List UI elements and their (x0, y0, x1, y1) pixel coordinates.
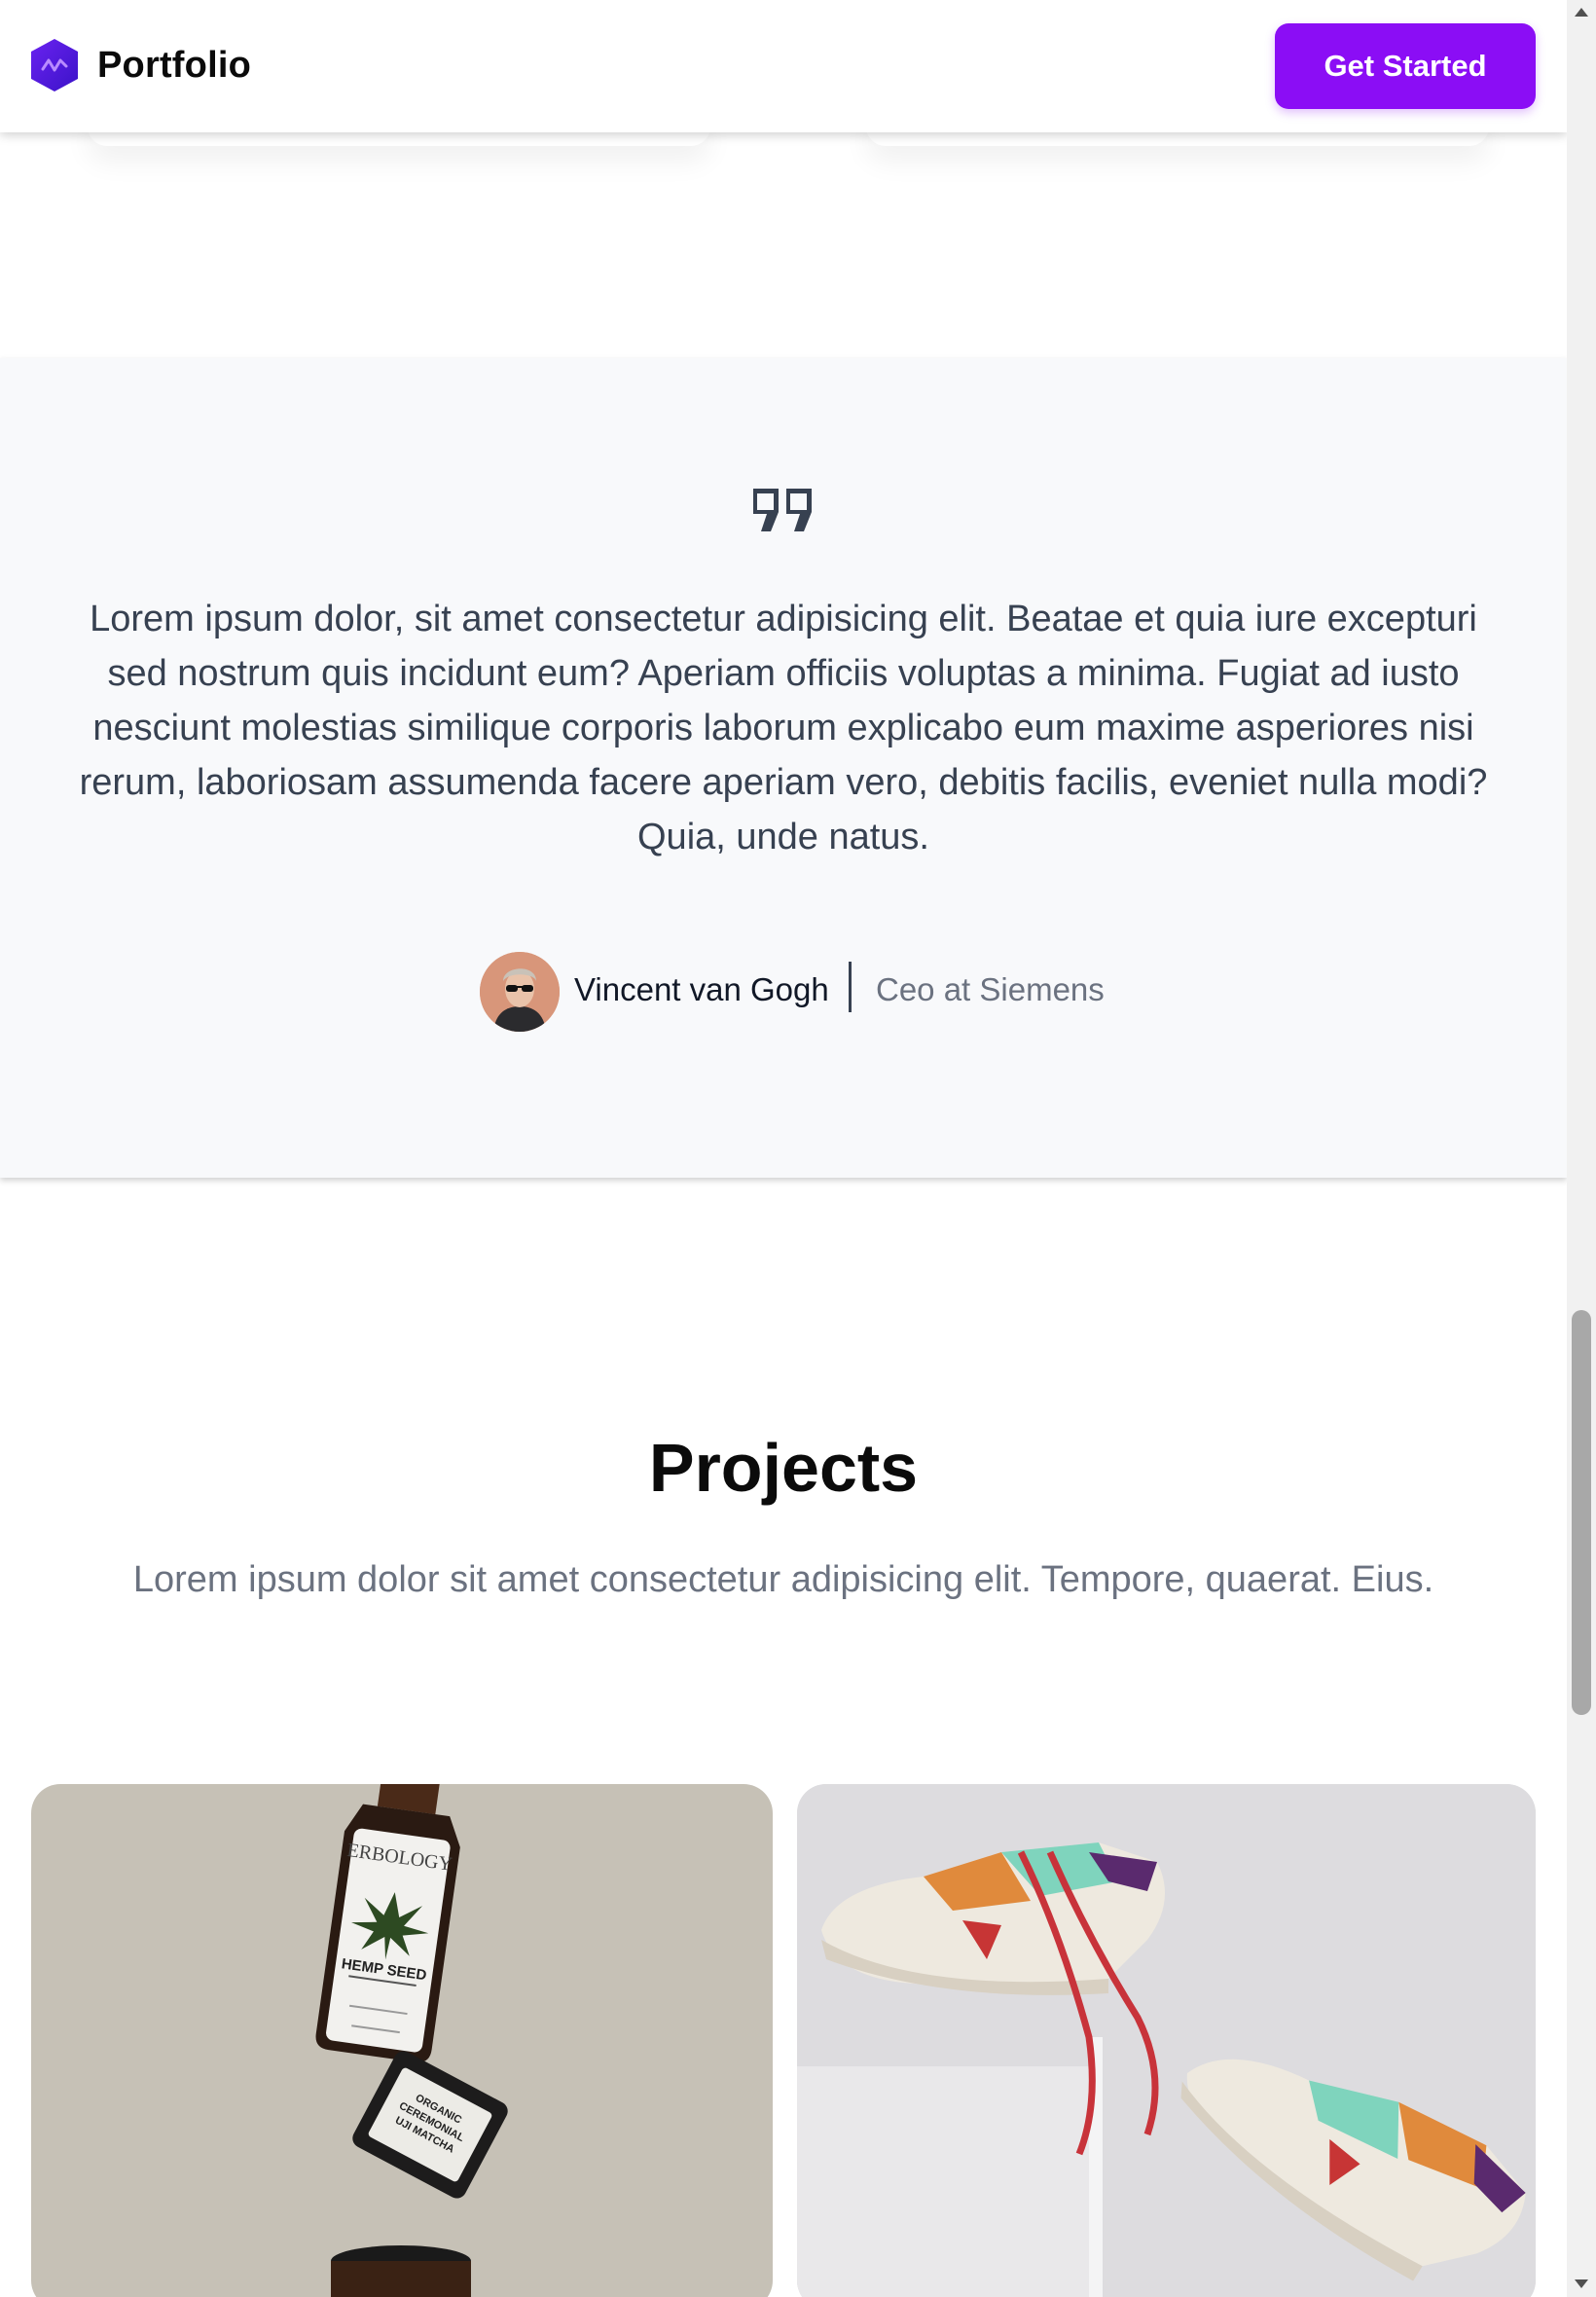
quote-icon (753, 489, 812, 531)
get-started-button[interactable]: Get Started (1275, 23, 1536, 109)
site-header: Portfolio Get Started (0, 0, 1567, 132)
testimonial-section: Lorem ipsum dolor, sit amet consectetur … (0, 358, 1567, 1178)
projects-title: Projects (648, 1430, 919, 1506)
scroll-up-icon[interactable] (1575, 8, 1588, 17)
testimonial-author: Vincent van Gogh Ceo at Siemens (0, 952, 1567, 1032)
scrollbar[interactable] (1567, 0, 1596, 2297)
scroll-down-icon[interactable] (1575, 2279, 1588, 2288)
project-image-sneakers (797, 1784, 1536, 2297)
logo-text: Portfolio (97, 44, 251, 86)
scrollbar-thumb[interactable] (1572, 1310, 1591, 1715)
projects-subtitle: Lorem ipsum dolor sit amet consectetur a… (132, 1559, 1434, 1600)
testimonial-quote: Lorem ipsum dolor, sit amet consectetur … (79, 599, 1488, 857)
author-role: Ceo at Siemens (876, 971, 1105, 1007)
logo-icon (31, 39, 78, 91)
page: Portfolio Get Started Lorem ipsum dolor,… (0, 0, 1567, 2297)
author-name: Vincent van Gogh (574, 971, 829, 1007)
author-divider (849, 962, 852, 1012)
project-card[interactable]: ERBOLOGY HEMP SEED ORGANIC CEREMONIAL UJ… (31, 1784, 773, 2297)
project-image-cosmetics: ERBOLOGY HEMP SEED ORGANIC CEREMONIAL UJ… (315, 1784, 508, 2297)
project-card[interactable] (797, 1784, 1536, 2297)
logo[interactable]: Portfolio (29, 37, 251, 93)
avatar (480, 952, 560, 1032)
